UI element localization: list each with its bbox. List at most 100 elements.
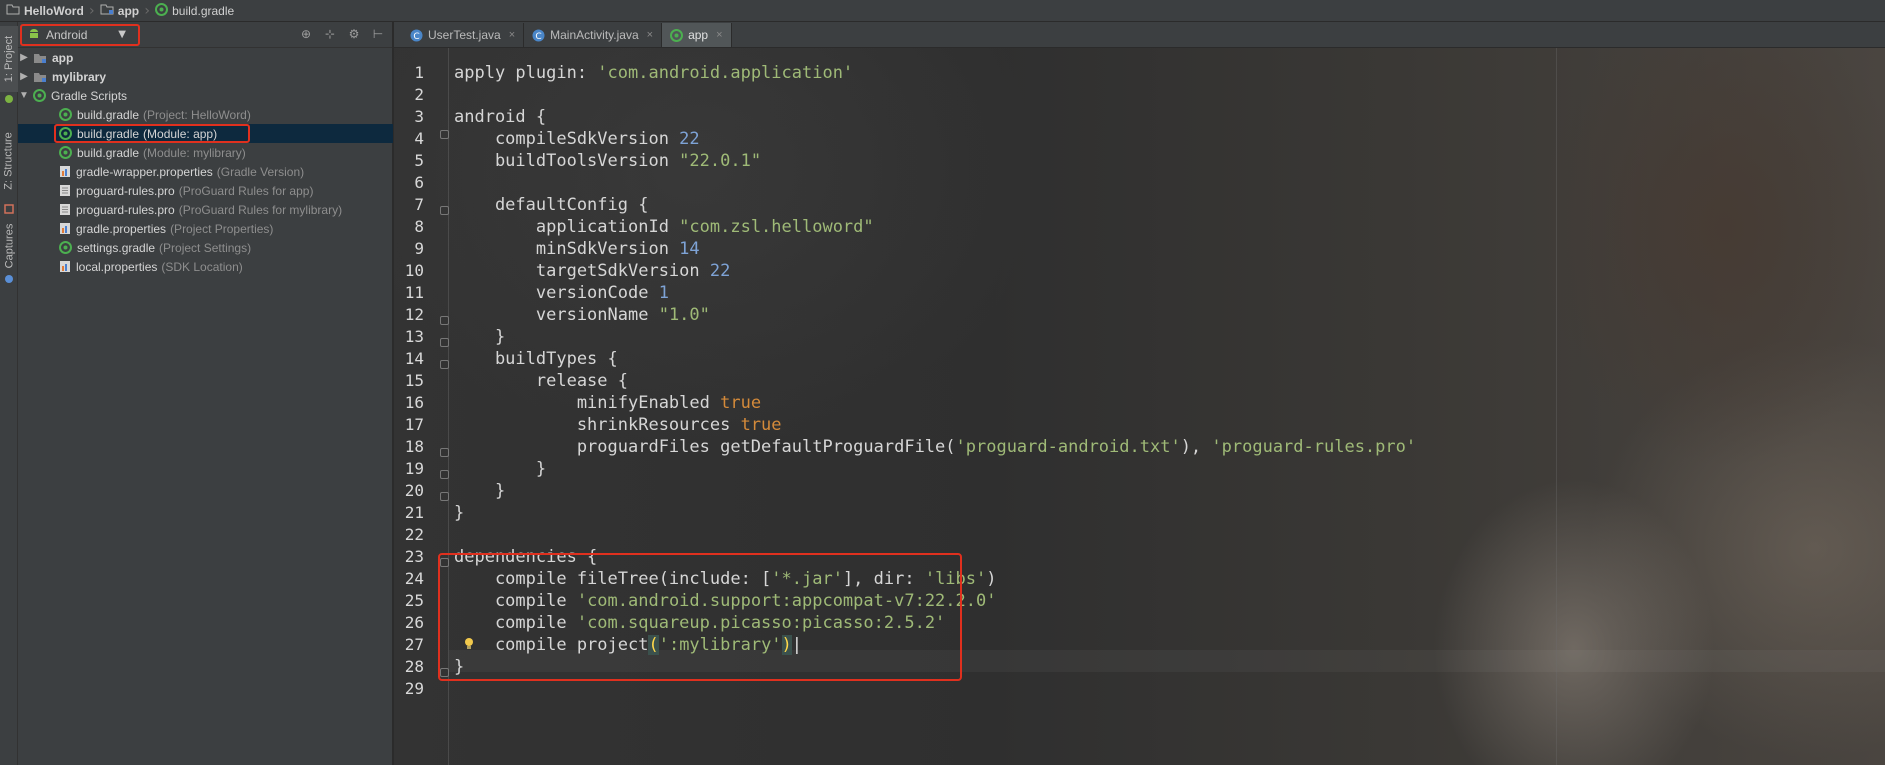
code-text: buildTypes { (454, 349, 618, 369)
tree-item-build-gradle-project[interactable]: build.gradle (Project: HelloWord) (18, 105, 393, 124)
code-text: ) (986, 569, 997, 589)
tree-item-local-properties[interactable]: local.properties (SDK Location) (18, 257, 393, 276)
tree-item-label: app (52, 50, 74, 65)
gradle-icon (59, 241, 72, 254)
tree-item-label: gradle-wrapper.properties (76, 164, 213, 179)
tab-captures-tool[interactable]: Captures (0, 218, 18, 274)
tree-item-mylibrary[interactable]: ▶ mylibrary (18, 67, 393, 86)
line-number: 8 (414, 217, 424, 236)
code-text: compileSdkVersion (454, 129, 680, 149)
fold-marker-icon[interactable] (440, 492, 449, 501)
close-icon[interactable]: × (716, 29, 722, 41)
code-text: applicationId (454, 217, 680, 237)
gradle-icon (670, 28, 684, 42)
tab-label: MainActivity.java (550, 28, 639, 42)
tree-item-build-gradle-mylibrary[interactable]: build.gradle (Module: mylibrary) (18, 143, 393, 162)
line-number: 10 (404, 261, 424, 280)
fold-marker-icon[interactable] (440, 470, 449, 479)
android-icon (28, 28, 40, 43)
tree-item-gradle-wrapper-properties[interactable]: gradle-wrapper.properties (Gradle Versio… (18, 162, 393, 181)
structure-icon (0, 204, 18, 214)
tree-item-label: gradle.properties (76, 221, 167, 236)
tree-item-build-gradle-app[interactable]: build.gradle (Module: app) (18, 124, 393, 143)
code-number: 1 (658, 283, 669, 303)
chevron-down-icon: ▼ (118, 29, 126, 40)
line-number: 29 (404, 679, 424, 698)
line-number: 28 (404, 657, 424, 676)
close-icon[interactable]: × (509, 29, 515, 41)
close-icon[interactable]: × (647, 29, 653, 41)
line-number: 15 (404, 371, 424, 390)
tree-item-proguard-app[interactable]: proguard-rules.pro (ProGuard Rules for a… (18, 181, 393, 200)
fold-marker-icon[interactable] (440, 338, 449, 347)
collapse-all-icon[interactable]: ⊹ (322, 26, 338, 42)
hide-panel-icon[interactable]: ⊢ (370, 26, 386, 42)
breadcrumb-project-label: HelloWord (24, 3, 84, 18)
tree-item-hint: (Project: HelloWord) (143, 107, 251, 122)
editor: C UserTest.java × C MainActivity.java × … (394, 22, 1885, 765)
tab-app-gradle[interactable]: app × (662, 23, 732, 47)
tab-label: UserTest.java (428, 28, 501, 42)
tree-item-hint: (ProGuard Rules for mylibrary) (178, 202, 343, 217)
expand-arrow-icon[interactable]: ▶ (18, 52, 30, 63)
class-icon: C (532, 29, 545, 42)
tree-item-gradle-properties[interactable]: gradle.properties (Project Properties) (18, 219, 393, 238)
fold-marker-icon[interactable] (440, 360, 449, 369)
gear-icon[interactable]: ⚙ (346, 26, 362, 42)
expand-arrow-icon[interactable]: ▶ (18, 71, 30, 82)
module-folder-icon (33, 71, 47, 83)
tree-item-hint: (Project Settings) (159, 240, 252, 255)
line-number: 16 (404, 393, 424, 412)
class-icon: C (410, 29, 423, 42)
tab-project-tool[interactable]: 1: Project (0, 26, 18, 92)
captures-icon (0, 274, 18, 284)
code-keyword: true (720, 393, 762, 413)
scroll-from-source-icon[interactable]: ⊕ (298, 26, 314, 42)
breadcrumb-module[interactable]: app (100, 0, 139, 22)
fold-marker-icon[interactable] (440, 316, 449, 325)
code-line: } (454, 502, 464, 524)
line-number: 27 (404, 635, 424, 654)
gradle-icon (33, 89, 46, 102)
line-number: 6 (414, 173, 424, 192)
folder-icon (6, 3, 20, 18)
line-number: 25 (404, 591, 424, 610)
module-folder-icon (100, 3, 114, 18)
code-line: buildToolsVersion "22.0.1" (454, 150, 761, 172)
code-line: proguardFiles getDefaultProguardFile('pr… (454, 436, 1416, 458)
collapse-arrow-icon[interactable]: ▼ (18, 90, 30, 101)
tree-item-settings-gradle[interactable]: settings.gradle (Project Settings) (18, 238, 393, 257)
code-text: android { (454, 107, 547, 127)
code-text: shrinkResources (454, 415, 741, 435)
tree-item-proguard-mylibrary[interactable]: proguard-rules.pro (ProGuard Rules for m… (18, 200, 393, 219)
tree-item-gradle-scripts[interactable]: ▼ Gradle Scripts (18, 86, 393, 105)
code-text: } (454, 481, 506, 501)
breadcrumb-file[interactable]: build.gradle (155, 0, 234, 22)
tab-usertest-java[interactable]: C UserTest.java × (402, 23, 525, 47)
project-panel: Android ▼ ⊕ ⊹ ⚙ ⊢ ▶ app ▶ mylibrary ▼ Gr… (18, 22, 393, 765)
code-editor[interactable]: 1 2 3 4 5 6 7 8 9 10 11 12 13 14 15 16 1… (394, 48, 1885, 765)
tree-item-label: local.properties (76, 259, 158, 274)
fold-marker-icon[interactable] (440, 130, 449, 139)
tree-item-label: proguard-rules.pro (76, 183, 175, 198)
breadcrumb-project[interactable]: HelloWord (6, 0, 84, 22)
line-number: 2 (414, 85, 424, 104)
text-file-icon (59, 184, 71, 197)
tab-structure-tool[interactable]: Z: Structure (0, 118, 18, 204)
code-line: buildTypes { (454, 348, 618, 370)
gradle-icon (59, 108, 72, 121)
code-text: buildToolsVersion (454, 151, 680, 171)
code-line: applicationId "com.zsl.helloword" (454, 216, 874, 238)
tab-mainactivity-java[interactable]: C MainActivity.java × (524, 23, 663, 47)
code-keyword: true (740, 415, 782, 435)
properties-file-icon (59, 260, 71, 273)
fold-marker-icon[interactable] (440, 206, 449, 215)
project-view-dropdown[interactable]: Android ▼ (20, 24, 140, 46)
text-file-icon (59, 203, 71, 216)
fold-marker-icon[interactable] (440, 448, 449, 457)
tree-item-label: mylibrary (52, 69, 107, 84)
tab-structure-tool-label: Z: Structure (3, 132, 15, 190)
tab-project-tool-label: 1: Project (3, 35, 15, 83)
code-text: minSdkVersion (454, 239, 680, 259)
tree-item-app[interactable]: ▶ app (18, 48, 393, 67)
